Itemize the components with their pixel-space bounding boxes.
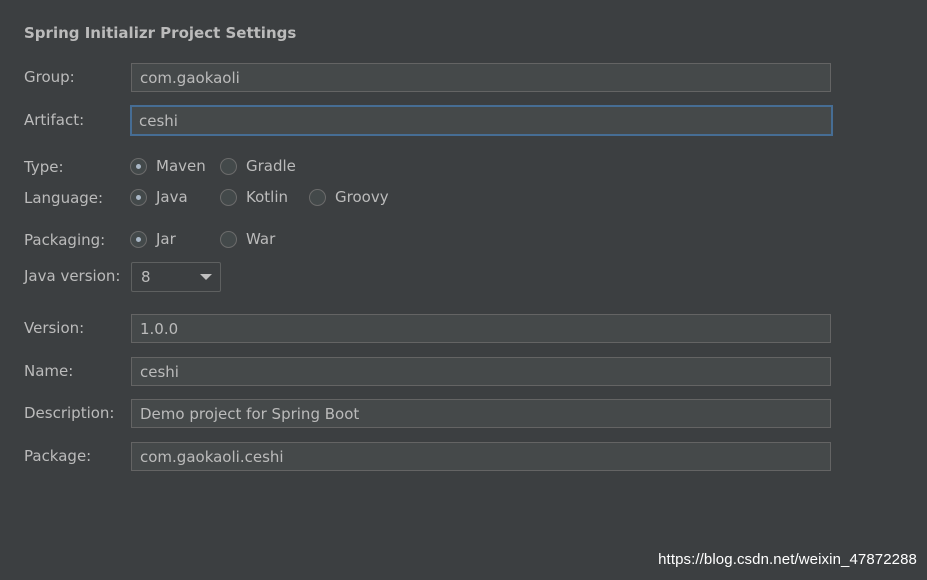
java-version-select[interactable]: 8 — [131, 262, 221, 292]
description-label: Description: — [24, 404, 115, 422]
version-field[interactable] — [131, 314, 831, 343]
type-option-label: Maven — [156, 157, 206, 175]
group-field[interactable] — [131, 63, 831, 92]
radio-unchecked-icon — [220, 230, 237, 248]
java-version-label: Java version: — [24, 267, 121, 285]
name-label: Name: — [24, 362, 74, 380]
radio-unchecked-icon — [220, 157, 237, 175]
radio-checked-icon — [130, 157, 147, 175]
version-label: Version: — [24, 319, 85, 337]
group-label: Group: — [24, 68, 75, 86]
description-field[interactable] — [131, 399, 831, 428]
page-title: Spring Initializr Project Settings — [24, 24, 297, 42]
packaging-option-label: Jar — [156, 230, 176, 248]
language-radio-java[interactable]: Java — [130, 188, 188, 206]
packaging-radio-war[interactable]: War — [220, 230, 275, 248]
packaging-label: Packaging: — [24, 231, 106, 249]
type-radio-maven[interactable]: Maven — [130, 157, 206, 175]
radio-checked-icon — [130, 230, 147, 248]
type-option-label: Gradle — [246, 157, 296, 175]
radio-unchecked-icon — [309, 188, 326, 206]
language-option-label: Groovy — [335, 188, 389, 206]
packaging-option-label: War — [246, 230, 276, 248]
watermark-text: https://blog.csdn.net/weixin_47872288 — [658, 551, 917, 568]
artifact-field[interactable] — [130, 105, 833, 136]
language-option-label: Java — [156, 188, 188, 206]
artifact-label: Artifact: — [24, 111, 85, 129]
type-label: Type: — [24, 158, 64, 176]
chevron-down-icon[interactable] — [200, 274, 212, 280]
language-option-label: Kotlin — [246, 188, 288, 206]
radio-unchecked-icon — [220, 188, 237, 206]
java-version-value: 8 — [141, 268, 151, 286]
package-label: Package: — [24, 447, 92, 465]
language-radio-groovy[interactable]: Groovy — [309, 188, 389, 206]
name-field[interactable] — [131, 357, 831, 386]
language-label: Language: — [24, 189, 104, 207]
package-field[interactable] — [131, 442, 831, 471]
language-radio-kotlin[interactable]: Kotlin — [220, 188, 288, 206]
type-radio-gradle[interactable]: Gradle — [220, 157, 296, 175]
radio-checked-icon — [130, 188, 147, 206]
packaging-radio-jar[interactable]: Jar — [130, 230, 176, 248]
